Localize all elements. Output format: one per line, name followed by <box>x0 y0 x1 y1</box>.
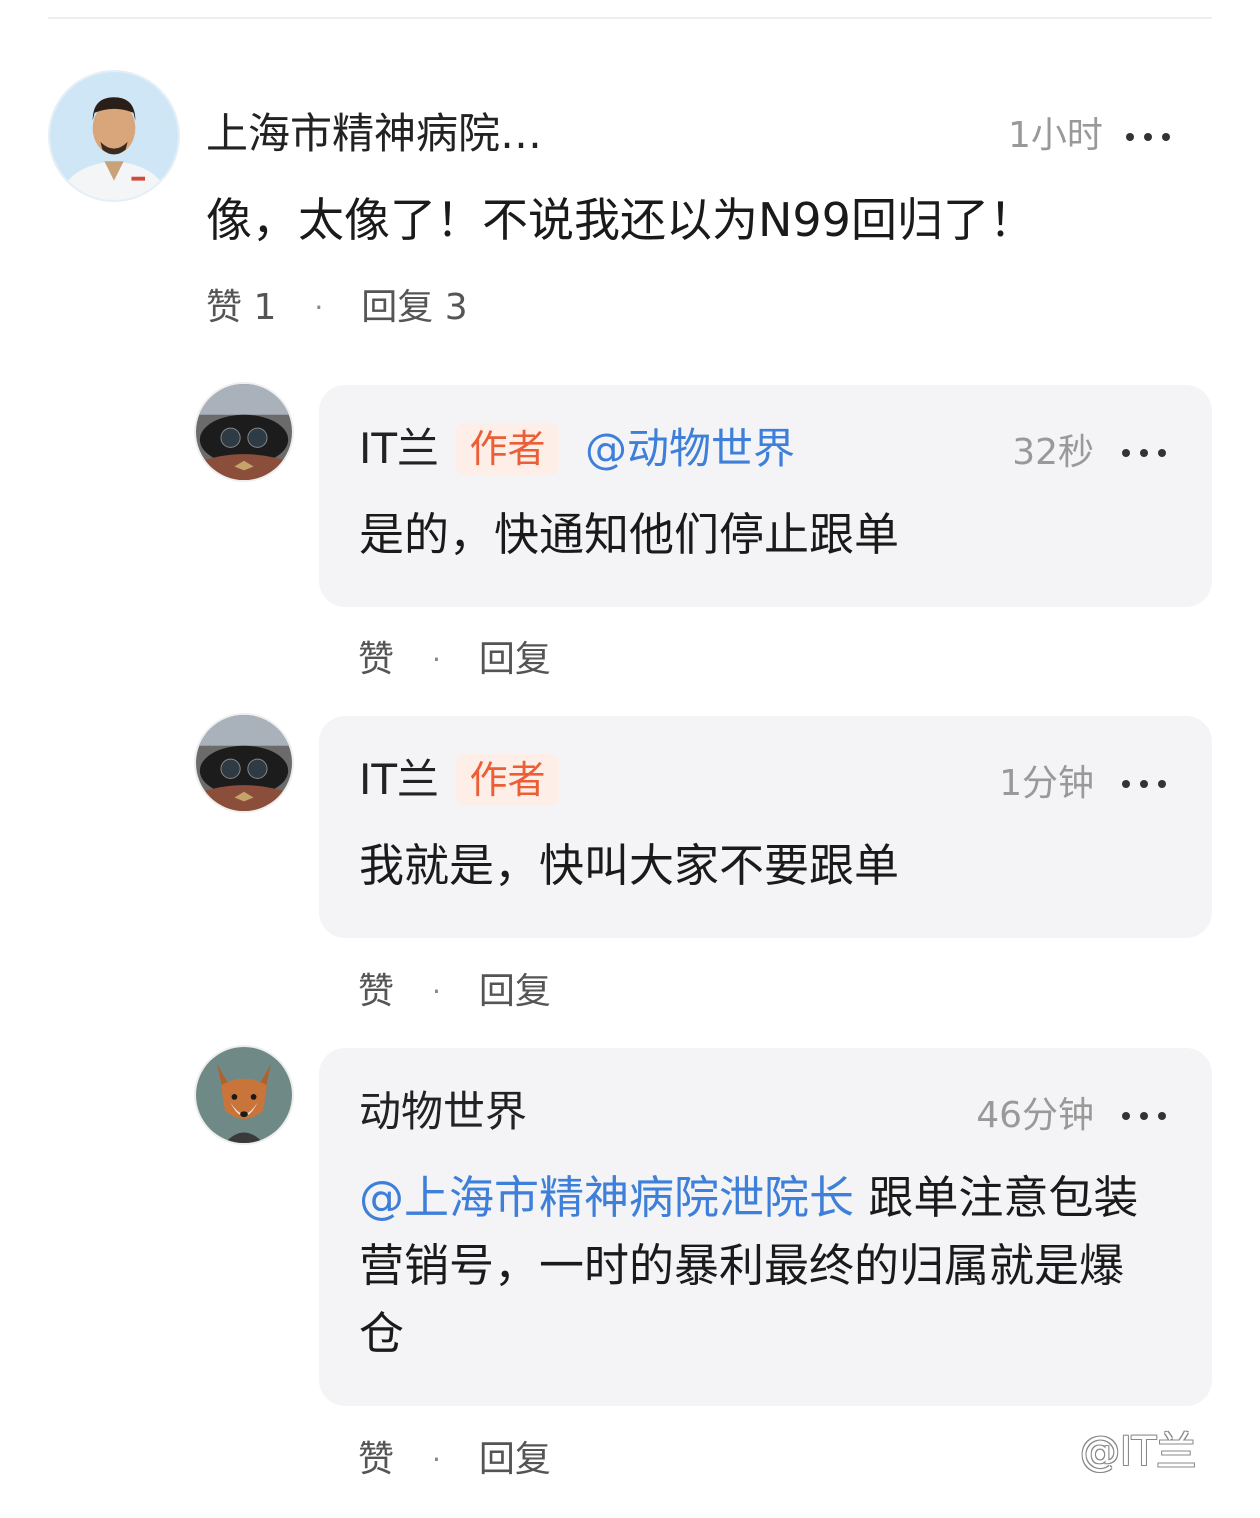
action-separator: · <box>432 1443 441 1476</box>
like-button[interactable]: 赞 <box>358 970 394 1014</box>
reply-username[interactable]: 动物世界 <box>359 1086 527 1138</box>
reply-time: 32秒 <box>1012 432 1094 473</box>
reply-avatar-fox[interactable] <box>194 1045 294 1145</box>
reply-bubble-1: IT兰 作者 @动物世界 32秒 是的，快通知他们停止跟单 <box>319 385 1212 607</box>
watermark: @IT兰 <box>1080 1429 1197 1475</box>
reply-more-icon[interactable] <box>1122 774 1166 794</box>
like-count: 1 <box>253 287 277 328</box>
fox-avatar-icon <box>196 1047 292 1143</box>
top-divider <box>48 17 1212 19</box>
like-button[interactable]: 赞 <box>358 638 394 682</box>
like-button[interactable]: 赞 1 <box>206 286 276 330</box>
reply-button[interactable]: 回复 <box>479 970 551 1014</box>
author-badge: 作者 <box>456 423 559 475</box>
reply-bubble-2: IT兰 作者 1分钟 我就是，快叫大家不要跟单 <box>319 716 1212 938</box>
reply-label: 回复 <box>361 287 434 328</box>
comment-thread: 上海市精神病院… 1小时 像，太像了！不说我还以为N99回归了！ 赞 1 · 回… <box>0 0 1260 1518</box>
main-comment-actions: 赞 1 · 回复 3 <box>206 286 468 330</box>
main-comment-username[interactable]: 上海市精神病院… <box>206 108 542 160</box>
reply-avatar-it[interactable] <box>194 713 294 813</box>
reply-button[interactable]: 回复 <box>479 638 551 682</box>
action-separator: · <box>432 975 441 1008</box>
reply-actions-3: 赞 · 回复 <box>358 1438 551 1482</box>
reply-actions-1: 赞 · 回复 <box>358 638 551 682</box>
reply-text: 我就是，快叫大家不要跟单 <box>359 839 900 892</box>
reply-bubble-3: 动物世界 46分钟 @上海市精神病院泄院长 跟单注意包装营销号，一时的暴利最终的… <box>319 1048 1212 1406</box>
reply-button[interactable]: 回复 <box>479 1438 551 1482</box>
reply-count: 3 <box>444 287 468 328</box>
reply-avatar-it[interactable] <box>194 382 294 482</box>
main-comment-avatar[interactable] <box>48 70 180 202</box>
reply-time: 46分钟 <box>976 1095 1094 1136</box>
reply-username[interactable]: IT兰 <box>359 423 439 475</box>
doctor-avatar-icon <box>50 72 178 200</box>
reply-more-icon[interactable] <box>1122 443 1166 463</box>
main-comment-time: 1小时 <box>1008 115 1103 156</box>
reply-actions-2: 赞 · 回复 <box>358 970 551 1014</box>
author-badge: 作者 <box>456 754 559 806</box>
main-comment-text: 像，太像了！不说我还以为N99回归了！ <box>206 193 1035 247</box>
main-comment-more-icon[interactable] <box>1126 127 1170 147</box>
reply-button[interactable]: 回复 3 <box>361 286 467 330</box>
reply-text: 是的，快通知他们停止跟单 <box>359 508 900 561</box>
reply-username[interactable]: IT兰 <box>359 754 439 806</box>
like-button[interactable]: 赞 <box>358 1438 394 1482</box>
like-label: 赞 <box>206 287 243 328</box>
action-separator: · <box>432 643 441 676</box>
car-dashboard-avatar-icon <box>196 715 292 811</box>
reply-mention-link[interactable]: @上海市精神病院泄院长 <box>359 1171 854 1224</box>
reply-mention-link[interactable]: @动物世界 <box>585 423 795 475</box>
reply-text-block: @上海市精神病院泄院长 跟单注意包装营销号，一时的暴利最终的归属就是爆仓 <box>359 1164 1159 1368</box>
reply-more-icon[interactable] <box>1122 1106 1166 1126</box>
action-separator: · <box>314 291 324 324</box>
car-dashboard-avatar-icon <box>196 384 292 480</box>
reply-time: 1分钟 <box>999 763 1094 804</box>
